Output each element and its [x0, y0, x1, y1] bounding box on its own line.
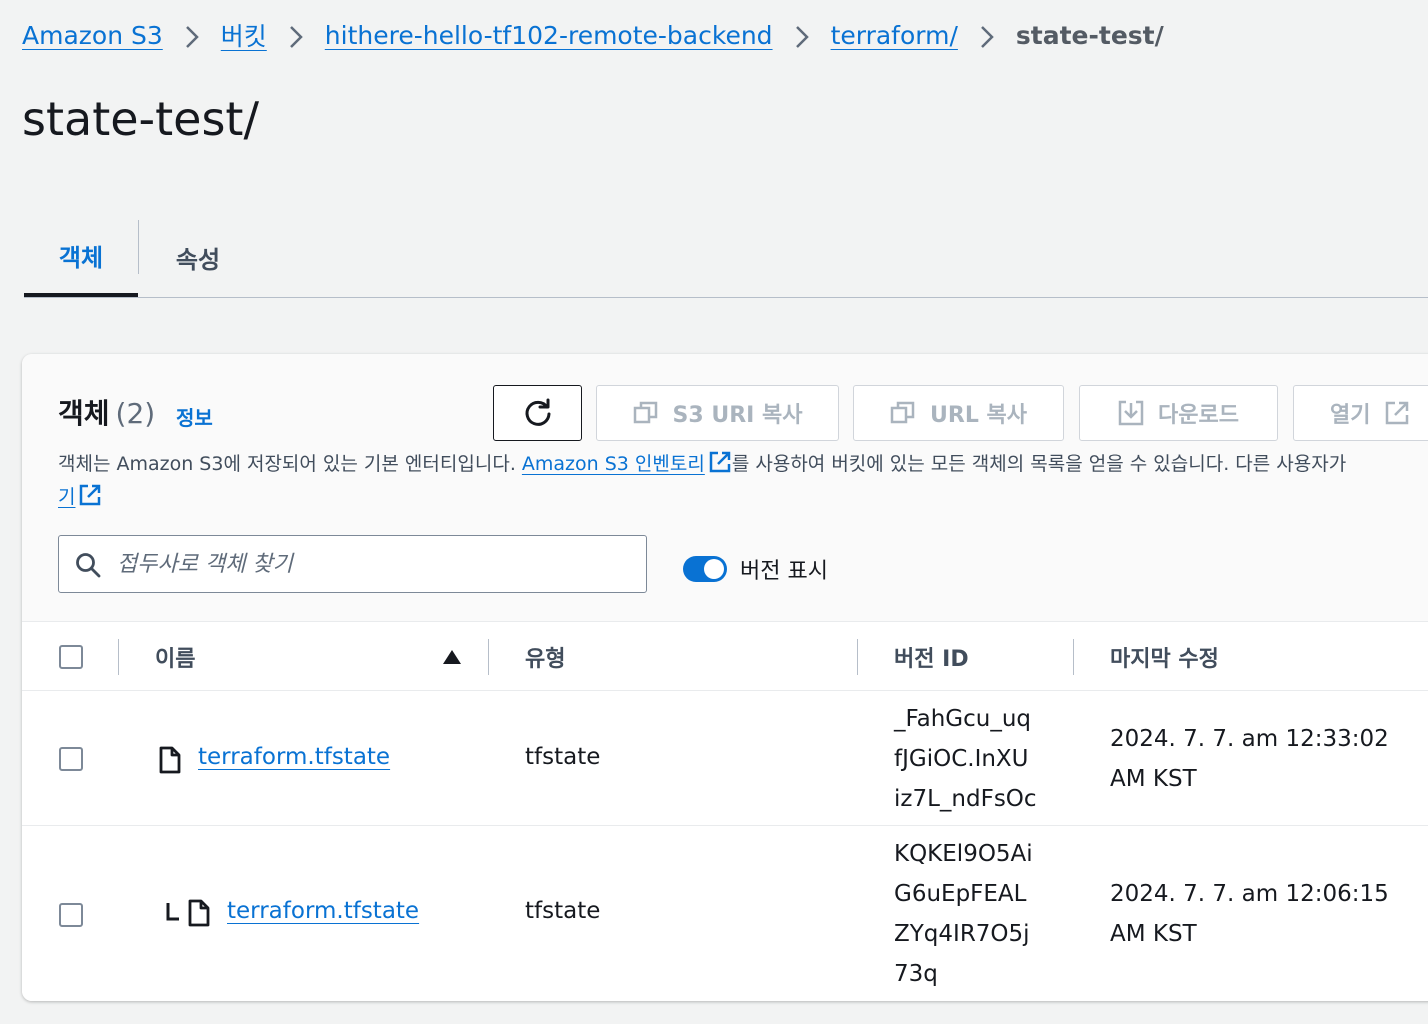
- copy-icon: [633, 400, 659, 426]
- chevron-right-icon: [958, 21, 1016, 50]
- open-label: 열기: [1330, 403, 1371, 428]
- object-type: tfstate: [525, 744, 601, 770]
- object-name-link[interactable]: terraform.tfstate: [227, 898, 419, 924]
- download-icon: [1118, 400, 1144, 426]
- info-link[interactable]: 정보: [176, 402, 213, 431]
- page-title: state-test/: [22, 92, 259, 146]
- breadcrumb-current: state-test/: [1015, 20, 1164, 50]
- breadcrumb-buckets[interactable]: 버킷: [221, 17, 267, 53]
- external-link-icon[interactable]: [708, 450, 732, 483]
- description-text: 객체는 Amazon S3에 저장되어 있는 기본 엔터티입니다.: [58, 453, 522, 475]
- download-label: 다운로드: [1158, 403, 1239, 428]
- open-button[interactable]: 열기: [1293, 385, 1428, 441]
- version-id-line: ZYq4IR7O5j: [894, 921, 1030, 947]
- version-id-line: fJGiOC.InXU: [894, 746, 1029, 772]
- external-link-icon: [1384, 400, 1410, 426]
- copy-s3-uri-button[interactable]: S3 URI 복사: [596, 385, 839, 441]
- copy-icon: [890, 400, 916, 426]
- version-id-line: iz7L_ndFsOc: [894, 786, 1037, 812]
- row-checkbox[interactable]: [59, 747, 83, 771]
- last-modified-line: 2024. 7. 7. am 12:06:15: [1110, 881, 1389, 907]
- last-modified: 2024. 7. 7. am 12:06:15 AM KST: [1110, 874, 1389, 954]
- search-icon: [75, 552, 101, 582]
- object-count: (2): [115, 397, 156, 430]
- tab-properties[interactable]: 속성: [140, 218, 256, 297]
- chevron-right-icon: [773, 21, 831, 50]
- column-divider: [488, 639, 489, 675]
- copy-url-label: URL 복사: [930, 403, 1027, 428]
- sort-ascending-icon[interactable]: [442, 649, 462, 669]
- column-header-version-id[interactable]: 버전 ID: [894, 623, 969, 691]
- refresh-icon: [525, 398, 550, 426]
- refresh-button[interactable]: [493, 385, 582, 441]
- search-box: [58, 535, 647, 593]
- file-icon: [159, 746, 181, 778]
- column-divider: [857, 639, 858, 675]
- toggle-knob: [704, 559, 724, 579]
- last-modified-line: AM KST: [1110, 921, 1197, 947]
- version-id-line: _FahGcu_uq: [894, 706, 1032, 732]
- file-icon: [188, 899, 210, 931]
- learn-more-link[interactable]: 기: [58, 486, 75, 508]
- column-divider: [118, 639, 119, 675]
- row-checkbox[interactable]: [59, 903, 83, 927]
- table-row: terraform.tfstate tfstate KQKEl9O5Ai G6u…: [22, 827, 1428, 1001]
- tab-bar: 객체 속성: [24, 218, 1428, 298]
- panel-description: 객체는 Amazon S3에 저장되어 있는 기본 엔터티입니다. Amazon…: [58, 450, 1428, 516]
- s3-inventory-link[interactable]: Amazon S3 인벤토리: [522, 453, 705, 475]
- breadcrumb: Amazon S3 버킷 hithere-hello-tf102-remote-…: [22, 16, 1164, 54]
- breadcrumb-bucket[interactable]: hithere-hello-tf102-remote-backend: [325, 21, 773, 50]
- version-id-line: G6uEpFEAL: [894, 881, 1027, 907]
- breadcrumb-terraform-folder[interactable]: terraform/: [831, 21, 958, 50]
- last-modified-line: 2024. 7. 7. am 12:33:02: [1110, 726, 1389, 752]
- breadcrumb-amazon-s3[interactable]: Amazon S3: [22, 21, 163, 50]
- search-input[interactable]: [115, 536, 635, 592]
- show-versions-label: 버전 표시: [740, 559, 828, 584]
- table-header: 이름 유형 버전 ID 마지막 수정: [22, 623, 1428, 691]
- tab-divider: [138, 220, 139, 274]
- object-type: tfstate: [525, 898, 601, 924]
- chevron-right-icon: [267, 21, 325, 50]
- last-modified: 2024. 7. 7. am 12:33:02 AM KST: [1110, 719, 1389, 799]
- column-divider: [1073, 639, 1074, 675]
- table-row: terraform.tfstate tfstate _FahGcu_uq fJG…: [22, 692, 1428, 826]
- show-versions-toggle[interactable]: [683, 556, 727, 582]
- copy-s3-uri-label: S3 URI 복사: [672, 403, 803, 428]
- select-all-checkbox[interactable]: [59, 645, 83, 669]
- panel-title: 객체 (2): [58, 392, 155, 432]
- copy-url-button[interactable]: URL 복사: [853, 385, 1064, 441]
- version-id: KQKEl9O5Ai G6uEpFEAL ZYq4IR7O5j 73q: [894, 834, 1033, 994]
- panel-title-text: 객체: [58, 397, 110, 430]
- download-button[interactable]: 다운로드: [1079, 385, 1278, 441]
- version-child-indicator-icon: [165, 901, 181, 927]
- last-modified-line: AM KST: [1110, 766, 1197, 792]
- column-header-type[interactable]: 유형: [525, 623, 565, 691]
- chevron-right-icon: [163, 21, 221, 50]
- version-id-line: 73q: [894, 961, 938, 987]
- version-id-line: KQKEl9O5Ai: [894, 841, 1033, 867]
- column-header-last-modified[interactable]: 마지막 수정: [1110, 623, 1219, 691]
- description-text-continued: 를 사용하여 버킷에 있는 모든 객체의 목록을 얻을 수 있습니다. 다른 사…: [731, 453, 1347, 475]
- tab-objects[interactable]: 객체: [24, 218, 138, 297]
- object-name-link[interactable]: terraform.tfstate: [198, 744, 390, 770]
- external-link-icon[interactable]: [78, 483, 102, 516]
- objects-panel: 객체 (2) 정보 S3 URI 복사 URL 복사 다운로드 열기 객체는 A…: [22, 354, 1428, 1001]
- column-header-name[interactable]: 이름: [155, 623, 195, 691]
- panel-header: 객체 (2) 정보 S3 URI 복사 URL 복사 다운로드 열기 객체는 A…: [22, 354, 1428, 622]
- version-id: _FahGcu_uq fJGiOC.InXU iz7L_ndFsOc: [894, 699, 1037, 819]
